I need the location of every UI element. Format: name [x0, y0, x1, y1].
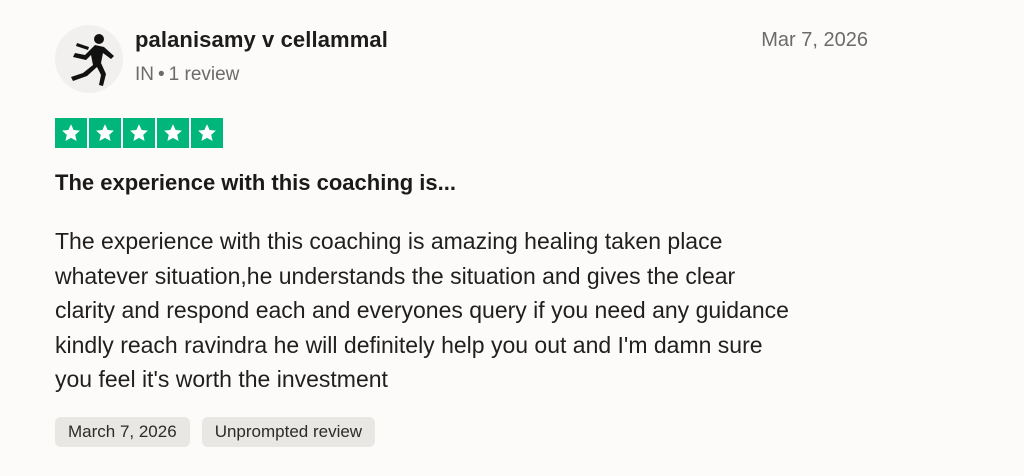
reviewer-avatar[interactable] [55, 25, 123, 93]
reviewer-meta: IN • 1 review [135, 64, 239, 86]
review-body-line: clarity and respond each and everyones q… [55, 297, 789, 323]
unprompted-review-tag[interactable]: Unprompted review [201, 417, 376, 447]
reviewer-name[interactable]: palanisamy v cellammal [135, 27, 388, 53]
review-tags: March 7, 2026 Unprompted review [55, 417, 376, 447]
star-rating [55, 118, 223, 148]
review-body: The experience with this coaching is ama… [55, 224, 885, 397]
star-icon [89, 118, 121, 148]
reviewer-country: IN [135, 64, 154, 85]
meta-separator: • [158, 64, 165, 85]
review-date: Mar 7, 2026 [761, 29, 868, 51]
review-title[interactable]: The experience with this coaching is... [55, 170, 456, 196]
star-icon [123, 118, 155, 148]
star-icon [55, 118, 87, 148]
reviewer-review-count: 1 review [168, 64, 240, 85]
star-icon [191, 118, 223, 148]
review-body-line: The experience with this coaching is ama… [55, 228, 723, 254]
review-body-line: kindly reach ravindra he will definitely… [55, 331, 763, 358]
star-icon [157, 118, 189, 148]
runner-silhouette-icon [71, 34, 114, 86]
review-body-line: you feel it's worth the investment [55, 366, 388, 392]
review-card: palanisamy v cellammal IN • 1 review Mar 7… [0, 0, 1024, 476]
experience-date-tag: March 7, 2026 [55, 417, 190, 447]
review-body-line: whatever situation,he understands the si… [55, 262, 736, 289]
